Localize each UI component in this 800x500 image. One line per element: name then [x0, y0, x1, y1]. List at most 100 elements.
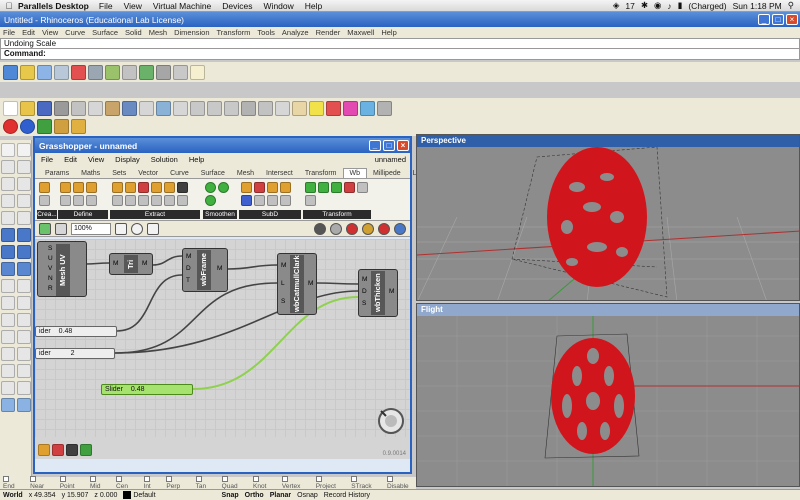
snap-toggle[interactable]: Snap — [222, 492, 239, 499]
close-button[interactable]: × — [786, 14, 798, 25]
menu-transform[interactable]: Transform — [217, 28, 251, 37]
extract-icon-2[interactable] — [125, 182, 136, 193]
menu-tools[interactable]: Tools — [257, 28, 275, 37]
copy-icon[interactable] — [88, 100, 103, 116]
app-menu[interactable]: Parallels Desktop — [18, 1, 89, 11]
slider-1-value[interactable]: 0.48 — [59, 328, 73, 335]
mac-menu-window[interactable]: Window — [264, 1, 294, 11]
slider-1[interactable]: ider 0.48 — [35, 326, 117, 337]
green-shield-icon[interactable] — [37, 119, 52, 134]
create-icon[interactable] — [39, 182, 50, 193]
point-icon[interactable] — [88, 64, 103, 80]
transform-icon-5[interactable] — [357, 182, 368, 193]
frame-in-t[interactable]: T — [186, 277, 190, 284]
select-icon[interactable] — [275, 100, 290, 116]
delete-icon[interactable] — [71, 64, 86, 80]
render-icon[interactable] — [326, 100, 341, 116]
tri-in-m[interactable]: M — [113, 260, 118, 267]
mac-menu-help[interactable]: Help — [305, 1, 322, 11]
viewport-perspective[interactable]: Perspective — [416, 134, 800, 301]
cplane-status[interactable]: World — [3, 492, 23, 499]
mesh-tool-icon[interactable] — [1, 398, 15, 412]
open-icon[interactable] — [20, 100, 35, 116]
new-icon[interactable] — [3, 100, 18, 116]
spotlight-icon[interactable]: ⚲ — [788, 0, 794, 11]
loft-icon[interactable] — [17, 262, 31, 276]
osnap-point[interactable]: Point — [59, 476, 82, 490]
smoothen-icon-1[interactable] — [205, 182, 216, 193]
polygon-icon[interactable] — [17, 211, 31, 225]
menu-dimension[interactable]: Dimension — [174, 28, 209, 37]
extract-icon-12[interactable] — [177, 195, 188, 206]
extract-icon-6[interactable] — [177, 182, 188, 193]
mac-menu-file[interactable]: File — [99, 1, 113, 11]
thicken-in-d[interactable]: D — [362, 288, 367, 295]
gh-canvas[interactable]: Mesh UV S U V N R M Tri M M D T wbFrame … — [35, 239, 410, 437]
menu-edit[interactable]: Edit — [22, 28, 35, 37]
menu-mesh[interactable]: Mesh — [149, 28, 167, 37]
component-wbcatmullclark[interactable]: M L S wbCatmullClark M — [277, 253, 317, 315]
preview-shaded-icon[interactable] — [330, 222, 342, 235]
undo-icon[interactable] — [122, 100, 137, 116]
subd-icon-6[interactable] — [254, 195, 265, 206]
tab-params[interactable]: Params — [39, 169, 75, 178]
mirror-icon[interactable] — [1, 364, 15, 378]
menu-view[interactable]: View — [42, 28, 58, 37]
egg-mesh-perspective[interactable] — [547, 147, 647, 287]
gh-title-bar[interactable]: Grasshopper - unnamed _ □ × — [35, 138, 410, 153]
extract-icon-8[interactable] — [125, 195, 136, 206]
extrude-icon[interactable] — [1, 262, 15, 276]
material-icon[interactable] — [360, 100, 375, 116]
zoom-extents-icon[interactable] — [207, 100, 222, 116]
snap-icon[interactable] — [105, 64, 120, 80]
catmull-out-m[interactable]: M — [308, 280, 313, 287]
text-icon[interactable] — [17, 381, 31, 395]
transform-icon-4[interactable] — [344, 182, 355, 193]
preview-wire-icon[interactable] — [314, 222, 326, 235]
blue-sphere-icon[interactable] — [20, 119, 35, 134]
curve-icon[interactable] — [173, 64, 188, 80]
table-icon[interactable] — [156, 64, 171, 80]
color-wheel-icon[interactable] — [343, 100, 358, 116]
tab-curve[interactable]: Curve — [164, 169, 195, 178]
osnap-knot[interactable]: Knot — [253, 476, 274, 490]
layer-status[interactable]: Default — [123, 491, 156, 499]
grid-icon[interactable] — [54, 64, 69, 80]
join-icon[interactable] — [1, 313, 15, 327]
minimize-button[interactable]: _ — [758, 14, 770, 25]
catmull-in-s[interactable]: S — [281, 298, 285, 305]
cplane-icon[interactable] — [258, 100, 273, 116]
port-u[interactable]: U — [48, 255, 53, 262]
properties-icon[interactable] — [37, 64, 52, 80]
command-line[interactable]: Command: — [0, 49, 800, 60]
create2-icon[interactable] — [39, 195, 50, 206]
tab-intersect[interactable]: Intersect — [260, 169, 299, 178]
subd-icon-3[interactable] — [267, 182, 278, 193]
smoothen-icon-2[interactable] — [218, 182, 229, 193]
blank-icon[interactable] — [190, 64, 205, 80]
subd-icon-8[interactable] — [280, 195, 291, 206]
extract-icon-10[interactable] — [151, 195, 162, 206]
tab-millipede[interactable]: Millipede — [367, 169, 407, 178]
define-icon-1[interactable] — [60, 182, 71, 193]
osnap-perp[interactable]: Perp — [166, 476, 187, 490]
component-mesh-uv[interactable]: Mesh UV S U V N R — [37, 241, 87, 297]
extract-icon-7[interactable] — [112, 195, 123, 206]
osnap-vertex[interactable]: Vertex — [281, 476, 308, 490]
save-green-icon[interactable] — [39, 222, 51, 235]
tab-transform[interactable]: Transform — [299, 169, 343, 178]
globe-icon[interactable] — [394, 222, 406, 235]
port-r[interactable]: R — [48, 285, 53, 292]
extract-icon-3[interactable] — [138, 182, 149, 193]
osnap-quad[interactable]: Quad — [221, 476, 245, 490]
select-window-icon[interactable] — [17, 143, 31, 157]
gh-footer-icon-2[interactable] — [52, 444, 64, 456]
viewport-flight[interactable]: Flight — [416, 303, 800, 487]
osnap-disable[interactable]: Disable — [387, 476, 416, 490]
gh-minimize-button[interactable]: _ — [369, 140, 381, 151]
planar-toggle[interactable]: Planar — [270, 492, 291, 499]
define-icon-2[interactable] — [73, 182, 84, 193]
save-state-icon[interactable] — [55, 222, 67, 235]
extract-icon-4[interactable] — [151, 182, 162, 193]
cone-icon[interactable] — [71, 119, 86, 134]
